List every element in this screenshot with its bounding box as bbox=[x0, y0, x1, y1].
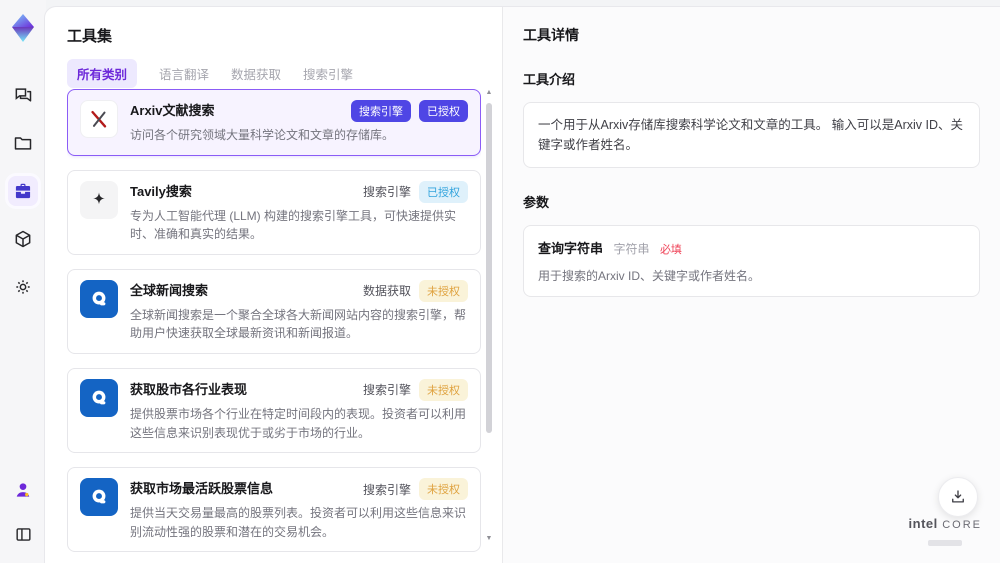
gear-icon bbox=[13, 277, 33, 297]
layout-panel-icon bbox=[14, 525, 33, 544]
param-name: 查询字符串 bbox=[538, 241, 604, 256]
intro-box: 一个用于从Arxiv存储库搜索科学论文和文章的工具。 输入可以是Arxiv ID… bbox=[523, 102, 980, 168]
user-icon bbox=[13, 480, 33, 500]
category-tabs: 所有类别 语言翻译 数据获取 搜索引擎 bbox=[67, 59, 353, 88]
category-badge: 搜索引擎 bbox=[351, 100, 411, 122]
auth-status-badge: 未授权 bbox=[419, 279, 468, 302]
category-label: 搜索引擎 bbox=[362, 482, 411, 497]
user-avatar[interactable] bbox=[8, 475, 38, 505]
tool-list: Arxiv文献搜索 搜索引擎 已授权 访问各个研究领域大量科学论文和文章的存储库… bbox=[67, 89, 481, 563]
intro-text: 一个用于从Arxiv存储库搜索科学论文和文章的工具。 输入可以是Arxiv ID… bbox=[538, 118, 964, 152]
scroll-up-icon[interactable]: ▲ bbox=[485, 89, 493, 97]
param-description: 用于搜索的Arxiv ID、关键字或作者姓名。 bbox=[538, 269, 761, 283]
scrollbar-thumb[interactable] bbox=[486, 103, 492, 433]
tools-panel: 工具集 所有类别 语言翻译 数据获取 搜索引擎 Arxiv文献搜索 搜索引擎 已… bbox=[45, 7, 502, 563]
auth-status-badge: 已授权 bbox=[419, 100, 468, 122]
param-type: 字符串 bbox=[613, 242, 650, 256]
param-required-badge: 必填 bbox=[659, 244, 682, 256]
tool-name: Arxiv文献搜索 bbox=[130, 103, 215, 118]
sidebar-item-chat[interactable] bbox=[8, 80, 38, 110]
folder-icon bbox=[13, 133, 33, 153]
tool-name: 全球新闻搜索 bbox=[130, 282, 209, 298]
auth-status-badge: 未授权 bbox=[419, 378, 468, 401]
tool-name: 获取股市各行业表现 bbox=[130, 381, 248, 397]
category-label: 搜索引擎 bbox=[362, 185, 411, 200]
category-label: 数据获取 bbox=[362, 284, 411, 299]
scroll-down-icon[interactable]: ▼ bbox=[485, 535, 493, 543]
arxiv-logo-icon bbox=[80, 100, 118, 138]
left-rail bbox=[0, 0, 46, 563]
tool-description: 专为人工智能代理 (LLM) 构建的搜索引擎工具，可快速提供实时、准确和真实的结… bbox=[130, 208, 457, 242]
download-button[interactable] bbox=[938, 477, 978, 517]
panel-toggle-button[interactable] bbox=[8, 519, 38, 549]
sparkle-icon bbox=[80, 180, 118, 219]
tool-description: 提供当天交易量最高的股票列表。投资者可以利用这些信息来识别流动性强的股票和潜在的… bbox=[130, 506, 467, 539]
sidebar-item-settings[interactable] bbox=[8, 272, 38, 302]
tool-description: 访问各个研究领域大量科学论文和文章的存储库。 bbox=[130, 128, 395, 142]
sidebar-item-files[interactable] bbox=[8, 128, 38, 158]
intro-heading: 工具介绍 bbox=[523, 72, 576, 87]
sidebar-item-packages[interactable] bbox=[8, 224, 38, 254]
brand-sub-badge bbox=[928, 540, 963, 546]
tab-search-engine[interactable]: 搜索引擎 bbox=[303, 59, 353, 88]
auth-status-badge: 未授权 bbox=[419, 478, 468, 501]
tab-all-categories[interactable]: 所有类别 bbox=[67, 59, 138, 88]
category-label: 搜索引擎 bbox=[362, 383, 411, 398]
tool-name: Tavily搜索 bbox=[130, 183, 192, 199]
tool-description: 全球新闻搜索是一个聚合全球各大新闻网站内容的搜索引擎，帮助用户快速获取全球最新资… bbox=[130, 307, 467, 341]
param-card: 查询字符串 字符串 必填 用于搜索的Arxiv ID、关键字或作者姓名。 bbox=[523, 225, 980, 297]
tool-card-tavily[interactable]: Tavily搜索 搜索引擎 已授权 专为人工智能代理 (LLM) 构建的搜索引擎… bbox=[67, 169, 481, 255]
tool-card-global-news[interactable]: 全球新闻搜索 数据获取 未授权 全球新闻搜索是一个聚合全球各大新闻网站内容的搜索… bbox=[67, 268, 481, 354]
cube-icon bbox=[13, 229, 33, 249]
sidebar-item-toolbox[interactable] bbox=[8, 176, 38, 206]
finance-service-logo-icon bbox=[80, 378, 118, 417]
chat-icon bbox=[13, 85, 33, 105]
app-logo-icon bbox=[7, 12, 39, 44]
brand-intel-label: intel bbox=[908, 516, 938, 531]
detail-title: 工具详情 bbox=[523, 27, 579, 43]
toolbox-icon bbox=[13, 181, 33, 201]
auth-status-badge: 已授权 bbox=[419, 180, 468, 203]
news-service-logo-icon bbox=[80, 279, 118, 318]
tool-detail-panel: 工具详情 工具介绍 一个用于从Arxiv存储库搜索科学论文和文章的工具。 输入可… bbox=[502, 7, 1000, 563]
page-title: 工具集 bbox=[67, 28, 113, 45]
brand-core-label: CORE bbox=[942, 519, 982, 531]
params-heading: 参数 bbox=[523, 195, 550, 210]
tool-list-scrollbar[interactable]: ▲ ▼ bbox=[485, 89, 493, 543]
download-icon bbox=[949, 488, 967, 506]
tool-description: 提供股票市场各个行业在特定时间段内的表现。投资者可以利用这些信息来识别表现优于或… bbox=[130, 406, 467, 440]
tool-card-arxiv[interactable]: Arxiv文献搜索 搜索引擎 已授权 访问各个研究领域大量科学论文和文章的存储库… bbox=[67, 89, 481, 156]
tab-language-translation[interactable]: 语言翻译 bbox=[159, 59, 209, 88]
intel-core-logo: intel CORE bbox=[909, 515, 982, 551]
content-shell: 工具集 所有类别 语言翻译 数据获取 搜索引擎 Arxiv文献搜索 搜索引擎 已… bbox=[44, 6, 1000, 563]
tool-name: 获取市场最活跃股票信息 bbox=[130, 481, 274, 497]
finance-service-logo-icon bbox=[80, 478, 118, 517]
tool-card-active-stocks[interactable]: 获取市场最活跃股票信息 搜索引擎 未授权 提供当天交易量最高的股票列表。投资者可… bbox=[67, 467, 481, 553]
tool-card-sector-performance[interactable]: 获取股市各行业表现 搜索引擎 未授权 提供股票市场各个行业在特定时间段内的表现。… bbox=[67, 367, 481, 454]
tab-data-fetch[interactable]: 数据获取 bbox=[231, 59, 281, 88]
